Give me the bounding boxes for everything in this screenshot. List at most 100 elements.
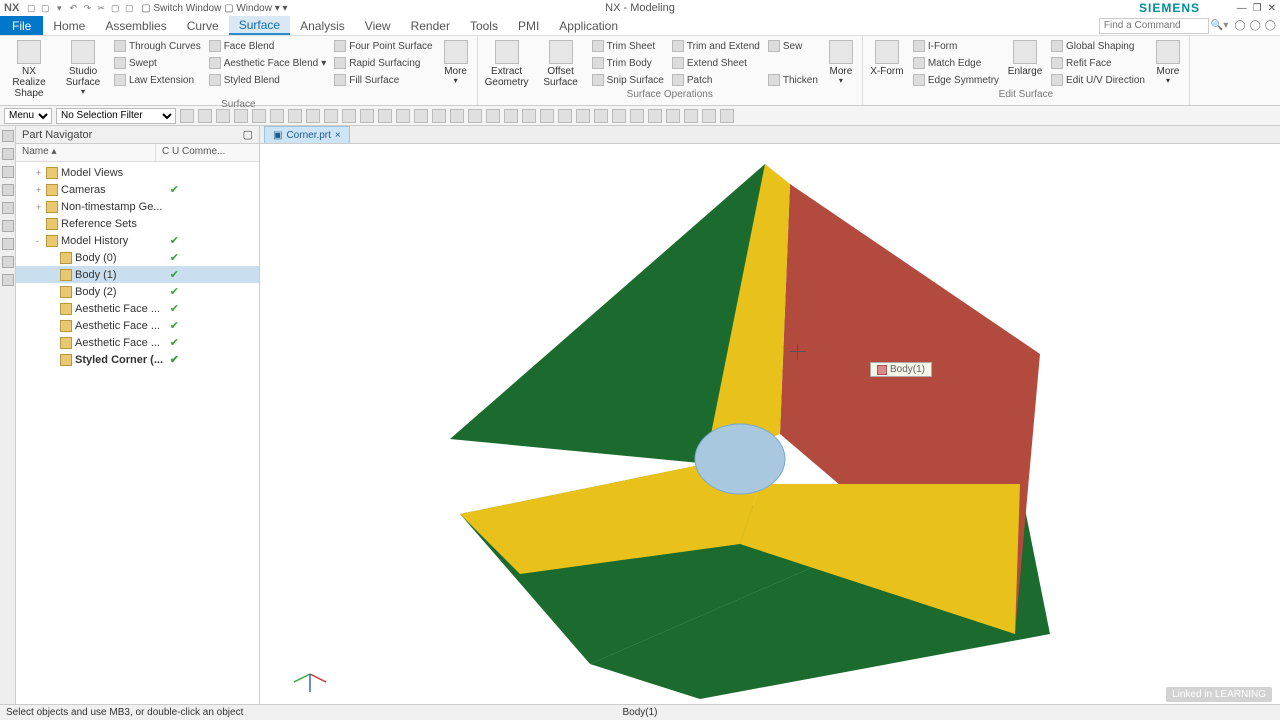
tb-icon[interactable] <box>630 109 644 123</box>
settings-icon[interactable]: ◯ <box>1265 20 1276 31</box>
nx-realize-shape-button[interactable]: NX RealizeShape <box>4 38 54 99</box>
navigator-item[interactable]: Body (0)✔ <box>16 249 259 266</box>
tb-icon[interactable] <box>198 109 212 123</box>
tab-analysis[interactable]: Analysis <box>290 16 355 35</box>
navigator-item[interactable]: Aesthetic Face ...✔ <box>16 317 259 334</box>
search-icon[interactable]: 🔍▾ <box>1211 20 1228 31</box>
selection-filter-dropdown[interactable]: No Selection Filter <box>56 108 176 124</box>
surface-ops-more-button[interactable]: More▾ <box>824 38 858 86</box>
trim-sheet-button[interactable]: Trim Sheet <box>590 38 666 54</box>
col-name-header[interactable]: Name ▴ <box>16 144 156 161</box>
extend-sheet-button[interactable]: Extend Sheet <box>670 55 762 71</box>
resource-icon[interactable] <box>2 238 14 250</box>
tb-icon[interactable] <box>324 109 338 123</box>
tb-icon[interactable] <box>648 109 662 123</box>
navigator-tree[interactable]: +Model Views+Cameras✔+Non-timestamp Ge..… <box>16 162 259 704</box>
resource-icon[interactable] <box>2 166 14 178</box>
qat-undo-icon[interactable]: ↶ <box>67 2 79 14</box>
navigator-item[interactable]: Body (2)✔ <box>16 283 259 300</box>
rapid-surfacing-button[interactable]: Rapid Surfacing <box>332 55 434 71</box>
through-curves-button[interactable]: Through Curves <box>112 38 203 54</box>
thicken-button[interactable]: Thicken <box>766 72 820 88</box>
tb-icon[interactable] <box>306 109 320 123</box>
tb-icon[interactable] <box>180 109 194 123</box>
tb-icon[interactable] <box>594 109 608 123</box>
tb-icon[interactable] <box>540 109 554 123</box>
tb-icon[interactable] <box>702 109 716 123</box>
qat-new-icon[interactable]: ▢ <box>25 2 37 14</box>
tab-assemblies[interactable]: Assemblies <box>95 16 176 35</box>
document-tab[interactable]: ▣ Corner.prt × <box>264 126 350 143</box>
panel-close-icon[interactable]: ▢ <box>243 128 253 141</box>
tb-icon[interactable] <box>522 109 536 123</box>
tb-icon[interactable] <box>432 109 446 123</box>
tb-icon[interactable] <box>396 109 410 123</box>
qat-save-icon[interactable]: ▾ <box>53 2 65 14</box>
resource-icon[interactable] <box>2 148 14 160</box>
trim-body-button[interactable]: Trim Body <box>590 55 666 71</box>
navigator-item[interactable]: Body (1)✔ <box>16 266 259 283</box>
navigator-item[interactable]: +Model Views <box>16 164 259 181</box>
edit-surface-more-button[interactable]: More▾ <box>1151 38 1185 86</box>
global-shaping-button[interactable]: Global Shaping <box>1049 38 1147 54</box>
navigator-item[interactable]: Reference Sets <box>16 215 259 232</box>
navigator-item[interactable]: Styled Corner (...✔ <box>16 351 259 368</box>
navigator-item[interactable]: Aesthetic Face ...✔ <box>16 334 259 351</box>
enlarge-button[interactable]: Enlarge <box>1005 38 1045 77</box>
restore-icon[interactable]: ❐ <box>1253 3 1262 14</box>
edit-uv-direction-button[interactable]: Edit U/V Direction <box>1049 72 1147 88</box>
resource-icon[interactable] <box>2 130 14 142</box>
x-form-button[interactable]: X-Form <box>867 38 907 77</box>
qat-cut-icon[interactable]: ✂ <box>95 2 107 14</box>
navigator-item[interactable]: Aesthetic Face ...✔ <box>16 300 259 317</box>
tab-render[interactable]: Render <box>401 16 460 35</box>
menu-dropdown[interactable]: Menu <box>4 108 52 124</box>
file-menu[interactable]: File <box>0 16 43 35</box>
patch-button[interactable]: Patch <box>670 72 762 88</box>
aesthetic-face-blend-button[interactable]: Aesthetic Face Blend ▾ <box>207 55 329 71</box>
switch-window-menu[interactable]: ▢ Switch Window ▢ Window ▾ ▾ <box>141 3 287 14</box>
qat-redo-icon[interactable]: ↷ <box>81 2 93 14</box>
i-form-button[interactable]: I-Form <box>911 38 1001 54</box>
qat-copy-icon[interactable]: ▢ <box>109 2 121 14</box>
tab-pmi[interactable]: PMI <box>508 16 549 35</box>
tb-icon[interactable] <box>612 109 626 123</box>
tb-icon[interactable] <box>450 109 464 123</box>
tb-icon[interactable] <box>666 109 680 123</box>
extract-geometry-button[interactable]: ExtractGeometry <box>482 38 532 88</box>
surface-more-button[interactable]: More▾ <box>439 38 473 86</box>
tab-home[interactable]: Home <box>43 16 95 35</box>
fill-surface-button[interactable]: Fill Surface <box>332 72 434 88</box>
offset-surface-button[interactable]: OffsetSurface <box>536 38 586 88</box>
studio-surface-button[interactable]: StudioSurface▾ <box>58 38 108 97</box>
navigator-item[interactable]: -Model History✔ <box>16 232 259 249</box>
navigator-item[interactable]: +Non-timestamp Ge... <box>16 198 259 215</box>
tb-icon[interactable] <box>234 109 248 123</box>
tab-application[interactable]: Application <box>549 16 628 35</box>
refit-face-button[interactable]: Refit Face <box>1049 55 1147 71</box>
tab-view[interactable]: View <box>355 16 401 35</box>
tb-icon[interactable] <box>504 109 518 123</box>
tb-icon[interactable] <box>288 109 302 123</box>
tb-icon[interactable] <box>684 109 698 123</box>
tb-icon[interactable] <box>486 109 500 123</box>
sew-button[interactable]: Sew <box>766 38 820 54</box>
command-search-input[interactable] <box>1099 18 1209 34</box>
command-search[interactable]: 🔍▾ <box>1099 16 1228 35</box>
resource-icon[interactable] <box>2 220 14 232</box>
tb-icon[interactable] <box>414 109 428 123</box>
tb-icon[interactable] <box>378 109 392 123</box>
resource-icon[interactable] <box>2 184 14 196</box>
four-point-surface-button[interactable]: Four Point Surface <box>332 38 434 54</box>
tb-icon[interactable] <box>216 109 230 123</box>
tb-icon[interactable] <box>270 109 284 123</box>
qat-paste-icon[interactable]: ▢ <box>123 2 135 14</box>
resource-icon[interactable] <box>2 274 14 286</box>
tab-tools[interactable]: Tools <box>460 16 508 35</box>
tb-icon[interactable] <box>558 109 572 123</box>
resource-icon[interactable] <box>2 256 14 268</box>
edge-symmetry-button[interactable]: Edge Symmetry <box>911 72 1001 88</box>
viewport[interactable]: Body(1) <box>260 144 1280 704</box>
resource-icon[interactable] <box>2 202 14 214</box>
col-other-header[interactable]: C U Comme... <box>156 144 231 161</box>
